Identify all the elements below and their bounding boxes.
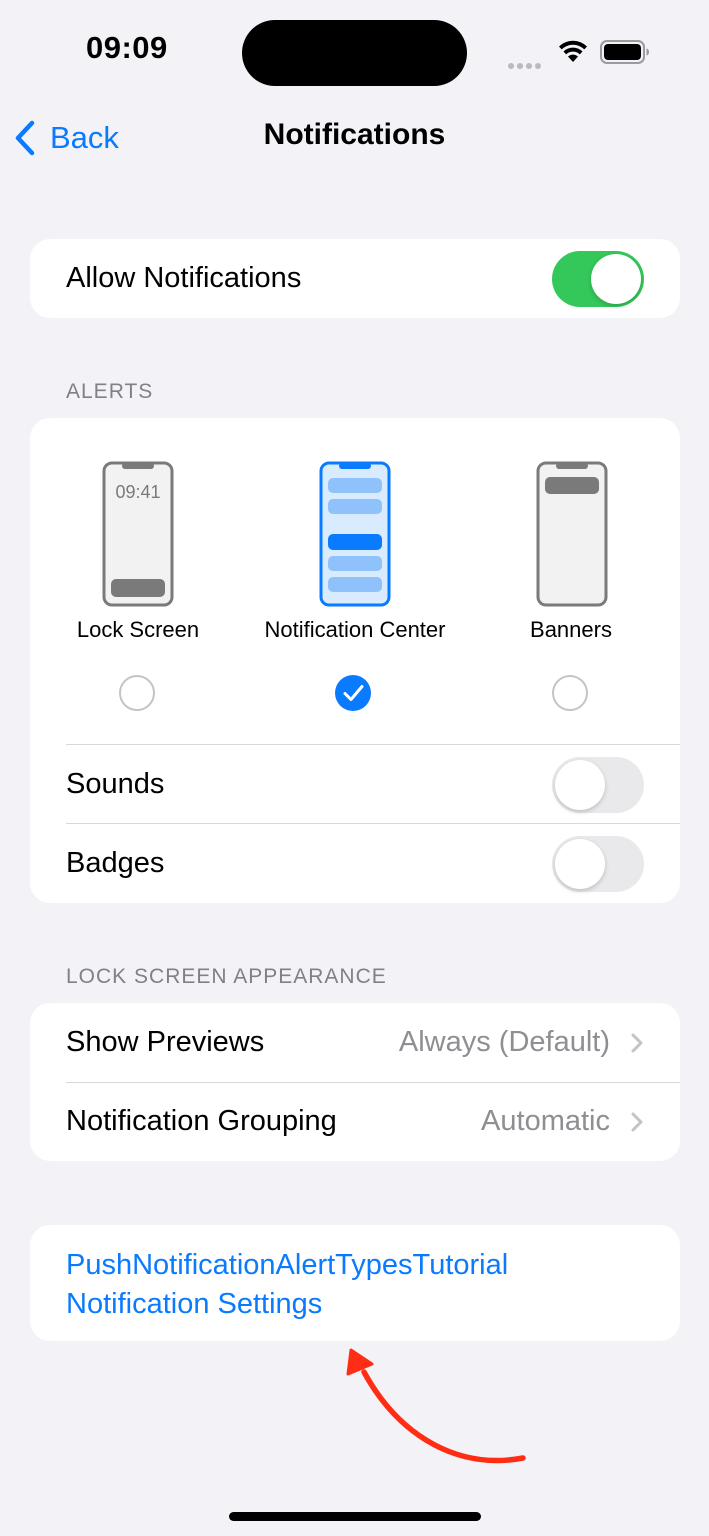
dynamic-island (242, 20, 467, 86)
show-previews-label: Show Previews (66, 1026, 265, 1058)
lock-screen-appearance-card: Show Previews Always (Default) Notificat… (30, 1003, 680, 1161)
show-previews-value: Always (Default) (398, 1026, 610, 1058)
banners-label: Banners (530, 617, 612, 642)
chevron-right-icon (631, 1033, 643, 1053)
alerts-section-header: ALERTS (66, 380, 154, 403)
notification-grouping-row[interactable]: Notification Grouping Automatic (30, 1083, 680, 1161)
checkmark-icon (343, 685, 364, 701)
banners-radio[interactable] (552, 675, 588, 711)
battery-icon (600, 40, 649, 64)
show-previews-row[interactable]: Show Previews Always (Default) (30, 1003, 680, 1082)
allow-notifications-label: Allow Notifications (66, 262, 302, 294)
badges-label: Badges (66, 847, 165, 879)
badges-toggle[interactable] (552, 836, 644, 892)
notification-center-label: Notification Center (264, 617, 446, 642)
app-notification-settings-card[interactable]: PushNotificationAlertTypesTutorial Notif… (30, 1225, 680, 1341)
app-settings-link-line2[interactable]: Notification Settings (66, 1285, 508, 1324)
home-indicator (229, 1512, 481, 1521)
status-time: 09:09 (86, 30, 168, 65)
app-settings-link-line1[interactable]: PushNotificationAlertTypesTutorial (66, 1246, 508, 1285)
notification-center-radio[interactable] (335, 675, 371, 711)
lock-screen-mockup-time: 09:41 (115, 482, 161, 502)
lock-screen-radio[interactable] (119, 675, 155, 711)
wifi-icon (559, 40, 587, 62)
sounds-toggle[interactable] (552, 757, 644, 813)
sounds-label: Sounds (66, 768, 165, 800)
allow-notifications-card: Allow Notifications (30, 239, 680, 318)
notification-grouping-label: Notification Grouping (66, 1105, 337, 1137)
banners-phone-icon[interactable] (536, 461, 608, 607)
allow-notifications-toggle[interactable] (552, 251, 644, 307)
page-title: Notifications (263, 118, 446, 151)
lock-screen-appearance-header: LOCK SCREEN APPEARANCE (66, 965, 387, 988)
notification-center-phone-icon[interactable] (319, 461, 391, 607)
annotation-arrow-icon (346, 1348, 526, 1464)
chevron-right-icon (631, 1112, 643, 1132)
divider (66, 744, 680, 745)
divider (66, 823, 680, 824)
lock-screen-label: Lock Screen (76, 617, 200, 642)
notification-grouping-value: Automatic (481, 1105, 610, 1137)
cellular-signal-icon (508, 56, 546, 69)
alerts-card: 09:41 Lock Screen Notification Center Ba… (30, 418, 680, 903)
